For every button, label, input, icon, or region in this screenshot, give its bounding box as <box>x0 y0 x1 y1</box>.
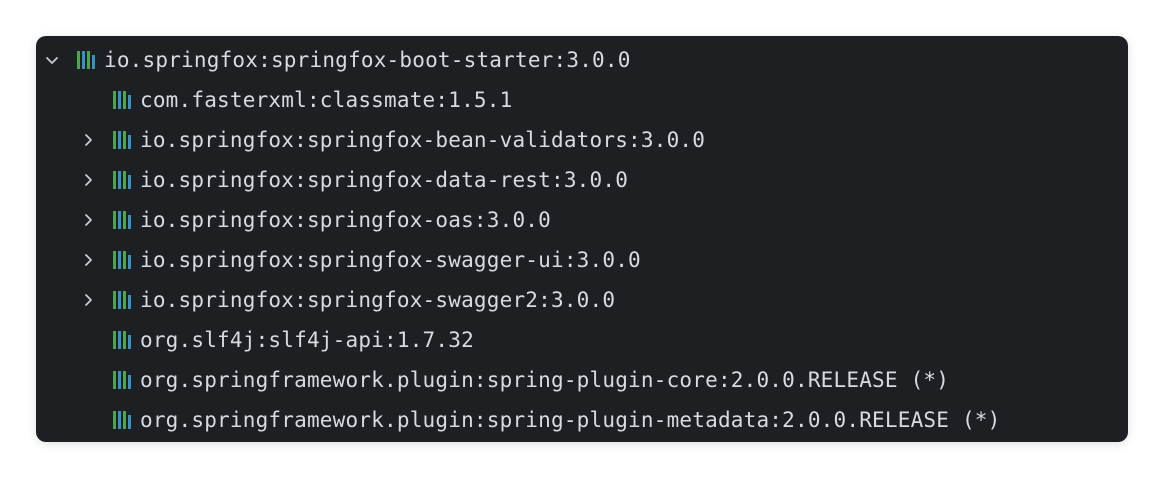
tree-node-label: org.springframework.plugin:spring-plugin… <box>140 368 950 392</box>
tree-node-child[interactable]: io.springfox:springfox-oas:3.0.0 <box>36 200 1128 240</box>
tree-node-label: org.springframework.plugin:spring-plugin… <box>140 408 1001 432</box>
tree-node-label: io.springfox:springfox-swagger-ui:3.0.0 <box>140 248 641 272</box>
library-icon <box>74 48 98 72</box>
library-icon <box>110 128 134 152</box>
library-icon <box>110 248 134 272</box>
tree-node-child[interactable]: org.springframework.plugin:spring-plugin… <box>36 400 1128 440</box>
tree-node-label: io.springfox:springfox-oas:3.0.0 <box>140 208 551 232</box>
library-icon <box>110 328 134 352</box>
library-icon <box>110 208 134 232</box>
library-icon <box>110 168 134 192</box>
tree-node-child[interactable]: io.springfox:springfox-data-rest:3.0.0 <box>36 160 1128 200</box>
library-icon <box>110 408 134 432</box>
tree-node-child[interactable]: io.springfox:springfox-swagger2:3.0.0 <box>36 280 1128 320</box>
tree-node-child[interactable]: com.fasterxml:classmate:1.5.1 <box>36 80 1128 120</box>
tree-node-child[interactable]: io.springfox:springfox-swagger-ui:3.0.0 <box>36 240 1128 280</box>
library-icon <box>110 288 134 312</box>
library-icon <box>110 368 134 392</box>
tree-node-label: io.springfox:springfox-bean-validators:3… <box>140 128 706 152</box>
tree-node-child[interactable]: org.springframework.plugin:spring-plugin… <box>36 360 1128 400</box>
tree-node-label: io.springfox:springfox-swagger2:3.0.0 <box>140 288 616 312</box>
chevron-right-icon[interactable] <box>76 128 100 152</box>
tree-node-child[interactable]: io.springfox:springfox-bean-validators:3… <box>36 120 1128 160</box>
chevron-right-icon[interactable] <box>76 248 100 272</box>
tree-node-child[interactable]: org.slf4j:slf4j-api:1.7.32 <box>36 320 1128 360</box>
dependency-tree-panel: io.springfox:springfox-boot-starter:3.0.… <box>36 36 1128 442</box>
chevron-right-icon[interactable] <box>76 288 100 312</box>
tree-node-root[interactable]: io.springfox:springfox-boot-starter:3.0.… <box>36 40 1128 80</box>
library-icon <box>110 88 134 112</box>
tree-node-label: io.springfox:springfox-data-rest:3.0.0 <box>140 168 629 192</box>
dependency-tree: io.springfox:springfox-boot-starter:3.0.… <box>36 40 1128 440</box>
tree-node-label: org.slf4j:slf4j-api:1.7.32 <box>140 328 474 352</box>
chevron-down-icon[interactable] <box>40 48 64 72</box>
chevron-right-icon[interactable] <box>76 168 100 192</box>
tree-node-label: io.springfox:springfox-boot-starter:3.0.… <box>104 48 631 72</box>
tree-node-label: com.fasterxml:classmate:1.5.1 <box>140 88 513 112</box>
chevron-right-icon[interactable] <box>76 208 100 232</box>
